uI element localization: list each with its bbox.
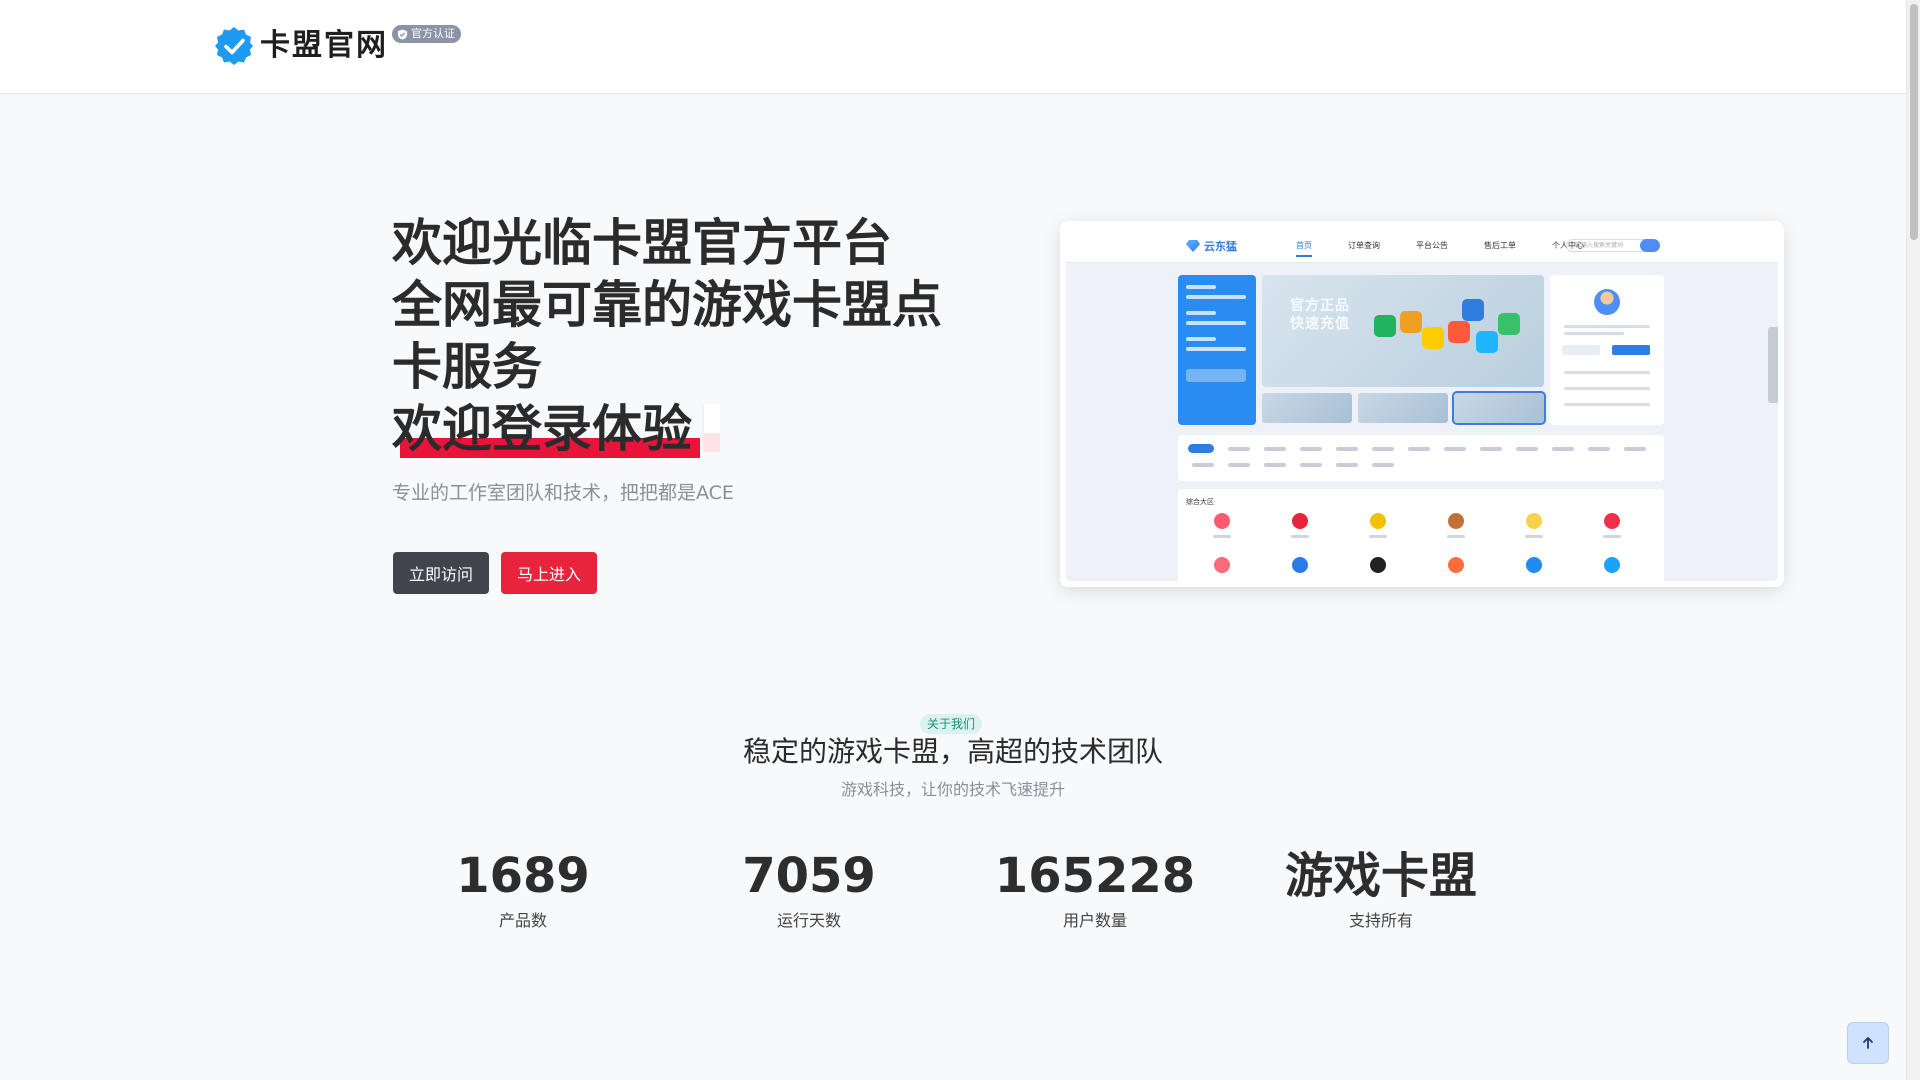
hero-title-line-2: 全网最可靠的游戏卡盟点	[392, 276, 942, 334]
stat-support: 游戏卡盟 支持所有	[1231, 846, 1531, 932]
preview-logo-text: 云东猛	[1204, 240, 1237, 253]
preview-user-card	[1550, 275, 1664, 425]
preview-logo: 云东猛	[1186, 238, 1237, 254]
stat-running-days: 7059 运行天数	[659, 846, 959, 932]
preview-category-tags	[1178, 435, 1664, 481]
preview-menu-item: 售后工单	[1484, 241, 1516, 250]
stat-label: 产品数	[498, 911, 547, 930]
preview-banner-thumbs	[1262, 391, 1546, 425]
page-scrollbar[interactable]	[1906, 0, 1920, 1080]
preview-navbar: 云东猛 首页 订单查询 平台公告 售后工单 个人中心 请输入搜索关键词	[1066, 227, 1778, 263]
preview-menu-item: 订单查询	[1348, 241, 1380, 250]
stat-label: 支持所有	[1348, 911, 1413, 930]
stat-value: 165228	[994, 848, 1196, 904]
preview-side-panel	[1178, 275, 1256, 425]
about-subtitle: 游戏科技，让你的技术飞速提升	[840, 780, 1065, 799]
brand-name: 卡盟官网	[260, 28, 388, 63]
stat-value: 1689	[456, 848, 590, 904]
preview-product-grid: 综合大区	[1178, 489, 1664, 581]
hero-title-line-1: 欢迎光临卡盟官方平台	[392, 214, 892, 272]
official-certified-badge: 官方认证	[392, 25, 461, 43]
official-badge-label: 官方认证	[411, 27, 455, 40]
typed-text: 欢迎登录体验	[392, 400, 692, 458]
stat-label: 用户数量	[1062, 911, 1127, 930]
preview-menu-item: 首页	[1296, 240, 1312, 257]
typing-caret	[702, 404, 720, 452]
preview-search-button	[1640, 239, 1660, 252]
stat-value: 游戏卡盟	[1284, 848, 1477, 904]
preview-banner: 官方正品 快速充值	[1262, 275, 1544, 387]
typed-text-wrapper: 欢迎登录体验	[392, 398, 700, 460]
shield-check-icon	[397, 28, 408, 40]
top-navbar: 卡盟官网 官方认证	[0, 0, 1906, 94]
brand-logo-link[interactable]: 卡盟官网	[214, 26, 388, 66]
hero-subtitle: 专业的工作室团队和技术，把把都是ACE	[392, 482, 734, 504]
preview-section-title: 综合大区	[1186, 498, 1214, 506]
visit-now-button[interactable]: 立即访问	[393, 552, 489, 594]
preview-side-toolbar	[1768, 327, 1778, 403]
arrow-up-icon	[1863, 1037, 1873, 1049]
stat-products: 1689 产品数	[373, 846, 673, 932]
stat-label: 运行天数	[776, 911, 841, 930]
hero-typed-line: 欢迎登录体验	[392, 398, 952, 460]
verified-check-icon	[215, 27, 253, 65]
preview-canvas: 云东猛 首页 订单查询 平台公告 售后工单 个人中心 请输入搜索关键词 官方正品	[1066, 227, 1778, 581]
hero-title: 欢迎光临卡盟官方平台 全网最可靠的游戏卡盟点 卡服务 欢迎登录体验	[392, 212, 952, 460]
scrollbar-thumb[interactable]	[1910, 4, 1918, 240]
hero-title-line-3: 卡服务	[392, 338, 542, 396]
preview-menu-item: 平台公告	[1416, 241, 1448, 250]
preview-banner-text: 官方正品 快速充值	[1290, 298, 1350, 332]
enter-now-button[interactable]: 马上进入	[501, 552, 597, 594]
diamond-icon	[1186, 240, 1200, 252]
back-to-top-button[interactable]	[1847, 1022, 1889, 1064]
preview-menu: 首页 订单查询 平台公告 售后工单 个人中心	[1296, 240, 1584, 257]
about-title: 稳定的游戏卡盟，高超的技术团队	[742, 735, 1163, 768]
site-preview-image: 云东猛 首页 订单查询 平台公告 售后工单 个人中心 请输入搜索关键词 官方正品	[1060, 221, 1784, 587]
stat-value: 7059	[742, 848, 876, 904]
stat-users: 165228 用户数量	[945, 846, 1245, 932]
